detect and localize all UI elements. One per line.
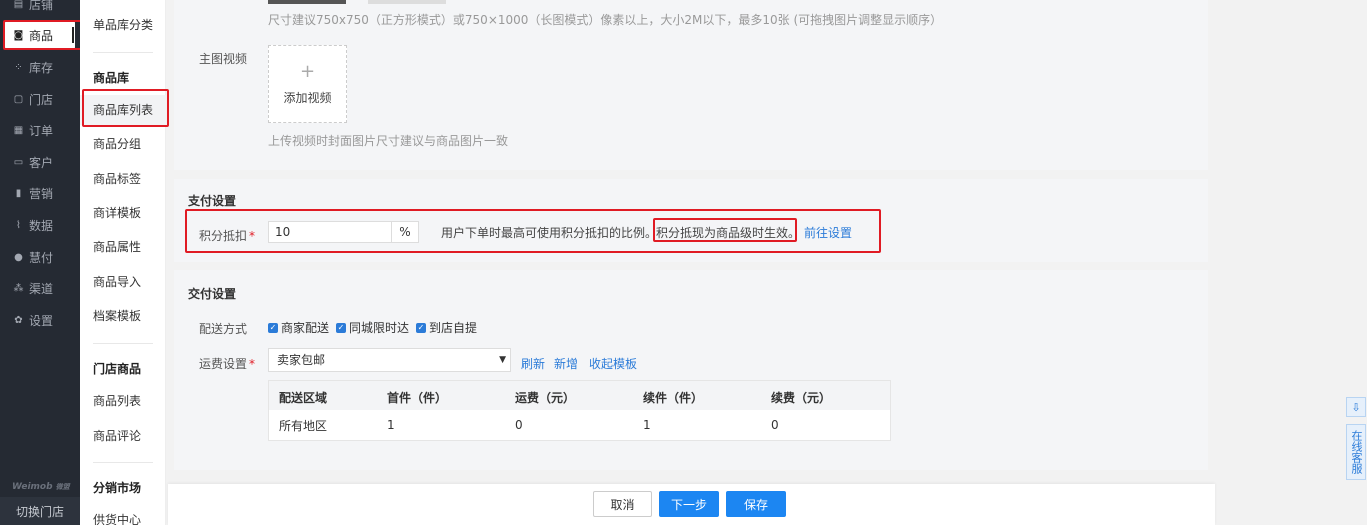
cell-region: 所有地区 (279, 419, 328, 433)
nav-item-goods[interactable]: ◙ 商品 (5, 21, 75, 49)
points-label: 积分抵扣 * (199, 229, 256, 243)
points-desc: 用户下单时最高可使用积分抵扣的比例。 (441, 226, 658, 240)
refresh-link[interactable]: 刷新 (521, 355, 545, 372)
table-row (269, 410, 890, 440)
subnav-item-detail-template[interactable]: 商详模板 (80, 198, 166, 228)
check-icon: ✓ (416, 322, 426, 333)
subnav-divider (93, 462, 153, 463)
plus-icon: + (299, 60, 316, 82)
header-extra-fee: 续费（元） (771, 391, 832, 405)
nav-item-settings[interactable]: ✿ 设置 (0, 306, 80, 334)
cell-first-item: 1 (387, 418, 395, 432)
dropdown-arrow-icon: ▼ (499, 355, 506, 365)
subnav-group-title: 分销市场 (93, 481, 142, 495)
online-service-button[interactable]: 在线客服 (1346, 424, 1366, 480)
shipping-table: 配送区域 首件（件） 运费（元） 续件（件） 续费（元） 所有地区 1 0 1 … (268, 380, 891, 441)
header-first-item: 首件（件） (387, 391, 448, 405)
subnav-item-store-goods[interactable]: 商品列表 (80, 386, 166, 416)
points-desc-highlight: 积分抵现为商品级时生效。 (656, 226, 801, 240)
subnav-divider (93, 343, 153, 344)
points-unit: % (391, 221, 419, 243)
nav-item-channel[interactable]: ⁂ 渠道 (0, 274, 80, 302)
brand-logo: Weimob 微盟 (12, 482, 70, 492)
inventory-icon: ⁘ (14, 61, 23, 73)
shipping-template-select[interactable]: 卖家包邮 ▼ (268, 348, 511, 372)
delivery-method-label: 配送方式 (199, 322, 248, 336)
switch-store-button[interactable]: 切换门店 (0, 497, 80, 525)
video-hint: 上传视频时封面图片尺寸建议与商品图片一致 (268, 134, 509, 148)
subnav-item-goods-attr[interactable]: 商品属性 (80, 232, 166, 262)
image-size-hint: 尺寸建议750x750（正方形模式）或750×1000（长图模式）像素以上，大小… (268, 13, 943, 27)
nav-item-data[interactable]: ⌇ 数据 (0, 211, 80, 239)
pay-icon: ● (14, 251, 23, 263)
shop-icon: ▢ (13, 93, 24, 105)
subnav-group-title: 门店商品 (93, 362, 142, 376)
goods-icon: ◙ (13, 29, 24, 41)
subnav-item-goods-tag[interactable]: 商品标签 (80, 164, 166, 194)
merchant-delivery-checkbox[interactable]: ✓ 商家配送 (268, 319, 329, 336)
main-nav: ▤ 店铺 ◙ 商品 ⁘ 库存 ▢ 门店 ▦ 订单 ▭ 客户 ▮ 营销 ⌇ 数据 ● 慧付 ⁂ 渠道 … (0, 0, 80, 525)
delivery-title: 交付设置 (188, 287, 237, 301)
collapse-template-link[interactable]: 收起模板 (589, 355, 637, 372)
check-icon: ✓ (336, 322, 346, 333)
nav-item-pay[interactable]: ● 慧付 (0, 243, 80, 271)
city-express-checkbox[interactable]: ✓ 同城限时达 (336, 319, 409, 336)
header-extra-item: 续件（件） (643, 391, 704, 405)
order-icon: ▦ (13, 124, 24, 136)
customer-icon: ▭ (13, 156, 24, 168)
subnav-group-title: 商品库 (93, 71, 130, 85)
store-icon: ▤ (13, 0, 24, 10)
action-bar: 取消 下一步 保存 (168, 484, 1215, 525)
goto-settings-link[interactable]: 前往设置 (804, 224, 852, 241)
check-icon: ✓ (268, 322, 278, 333)
subnav-item-goods-list[interactable]: 商品库列表 (80, 95, 166, 125)
active-indicator (72, 27, 74, 43)
add-link[interactable]: 新增 (554, 355, 578, 372)
cancel-button[interactable]: 取消 (593, 491, 652, 517)
store-pickup-checkbox[interactable]: ✓ 到店自提 (416, 319, 477, 336)
subnav-divider (93, 52, 153, 53)
subnav-item-category[interactable]: 单品库分类 (80, 10, 166, 40)
subnav-item-supply-center[interactable]: 供货中心 (80, 505, 166, 525)
payment-title: 支付设置 (188, 194, 237, 208)
nav-item-order[interactable]: ▦ 订单 (0, 116, 80, 144)
subnav-item-goods-group[interactable]: 商品分组 (80, 129, 166, 159)
cell-extra-fee: 0 (771, 418, 779, 432)
image-thumb (268, 0, 346, 4)
subnav-item-archive-template[interactable]: 档案模板 (80, 301, 166, 331)
nav-item-marketing[interactable]: ▮ 营销 (0, 179, 80, 207)
image-thumb (368, 0, 446, 4)
header-freight: 运费（元） (515, 391, 576, 405)
data-icon: ⌇ (16, 219, 21, 231)
marketing-icon: ▮ (15, 187, 22, 199)
video-label: 主图视频 (199, 52, 248, 66)
add-video-button[interactable]: + 添加视频 (268, 45, 347, 123)
nav-item-inventory[interactable]: ⁘ 库存 (0, 53, 80, 81)
nav-item-customer[interactable]: ▭ 客户 (0, 148, 80, 176)
subnav-item-goods-review[interactable]: 商品评论 (80, 421, 166, 451)
points-input[interactable]: 10 (268, 221, 392, 243)
nav-item-store[interactable]: ▤ 店铺 (0, 0, 80, 18)
channel-icon: ⁂ (13, 282, 24, 294)
cell-freight: 0 (515, 418, 523, 432)
cell-extra-item: 1 (643, 418, 651, 432)
sub-nav: 单品库分类 商品库 商品库列表 商品分组 商品标签 商详模板 商品属性 商品导入… (80, 0, 166, 525)
next-step-button[interactable]: 下一步 (659, 491, 719, 517)
header-region: 配送区域 (279, 391, 328, 405)
fee-label: 运费设置 * (199, 357, 256, 371)
gear-icon: ✿ (14, 314, 23, 326)
download-icon[interactable]: ⇩ (1346, 397, 1366, 417)
nav-item-shop[interactable]: ▢ 门店 (0, 85, 80, 113)
save-button[interactable]: 保存 (726, 491, 786, 517)
subnav-item-goods-import[interactable]: 商品导入 (80, 267, 166, 297)
